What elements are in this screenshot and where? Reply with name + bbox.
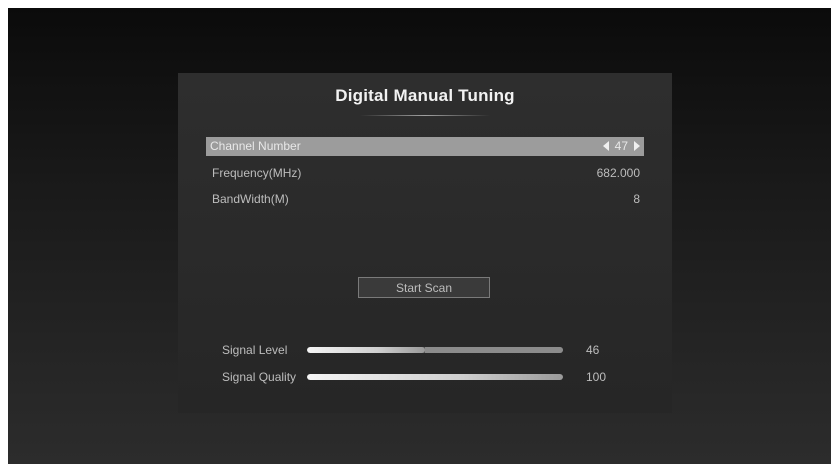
signal-level-label: Signal Level (222, 343, 288, 357)
dialog-title: Digital Manual Tuning (335, 86, 515, 105)
tv-screen: Digital Manual Tuning Channel Number 47 … (8, 8, 831, 464)
signal-quality-label: Signal Quality (222, 370, 297, 384)
right-arrow-icon[interactable] (634, 141, 640, 151)
frequency-value: 682.000 (596, 166, 640, 180)
signal-level-bar (307, 347, 563, 353)
title-divider (360, 115, 490, 116)
bandwidth-label: BandWidth(M) (212, 192, 289, 206)
bandwidth-value: 8 (633, 192, 640, 206)
start-scan-button[interactable]: Start Scan (358, 277, 490, 298)
signal-quality-bar (307, 374, 563, 380)
signal-quality-value: 100 (586, 370, 607, 384)
signal-quality-row: Signal Quality 100 (222, 369, 622, 385)
frequency-label: Frequency(MHz) (212, 166, 302, 180)
frequency-row[interactable]: Frequency(MHz) 682.000 (206, 164, 644, 183)
channel-number-value: 47 (614, 139, 628, 153)
signal-level-row: Signal Level 46 (222, 342, 622, 358)
bandwidth-row[interactable]: BandWidth(M) 8 (206, 190, 644, 209)
channel-number-label: Channel Number (210, 139, 301, 153)
signal-level-value: 46 (586, 343, 600, 357)
signal-level-fill (307, 347, 425, 353)
manual-tuning-dialog: Digital Manual Tuning Channel Number 47 … (178, 73, 672, 413)
channel-number-row[interactable]: Channel Number 47 (206, 137, 644, 156)
left-arrow-icon[interactable] (602, 141, 609, 151)
signal-quality-fill (307, 374, 563, 380)
channel-number-selector[interactable]: 47 (602, 139, 640, 153)
